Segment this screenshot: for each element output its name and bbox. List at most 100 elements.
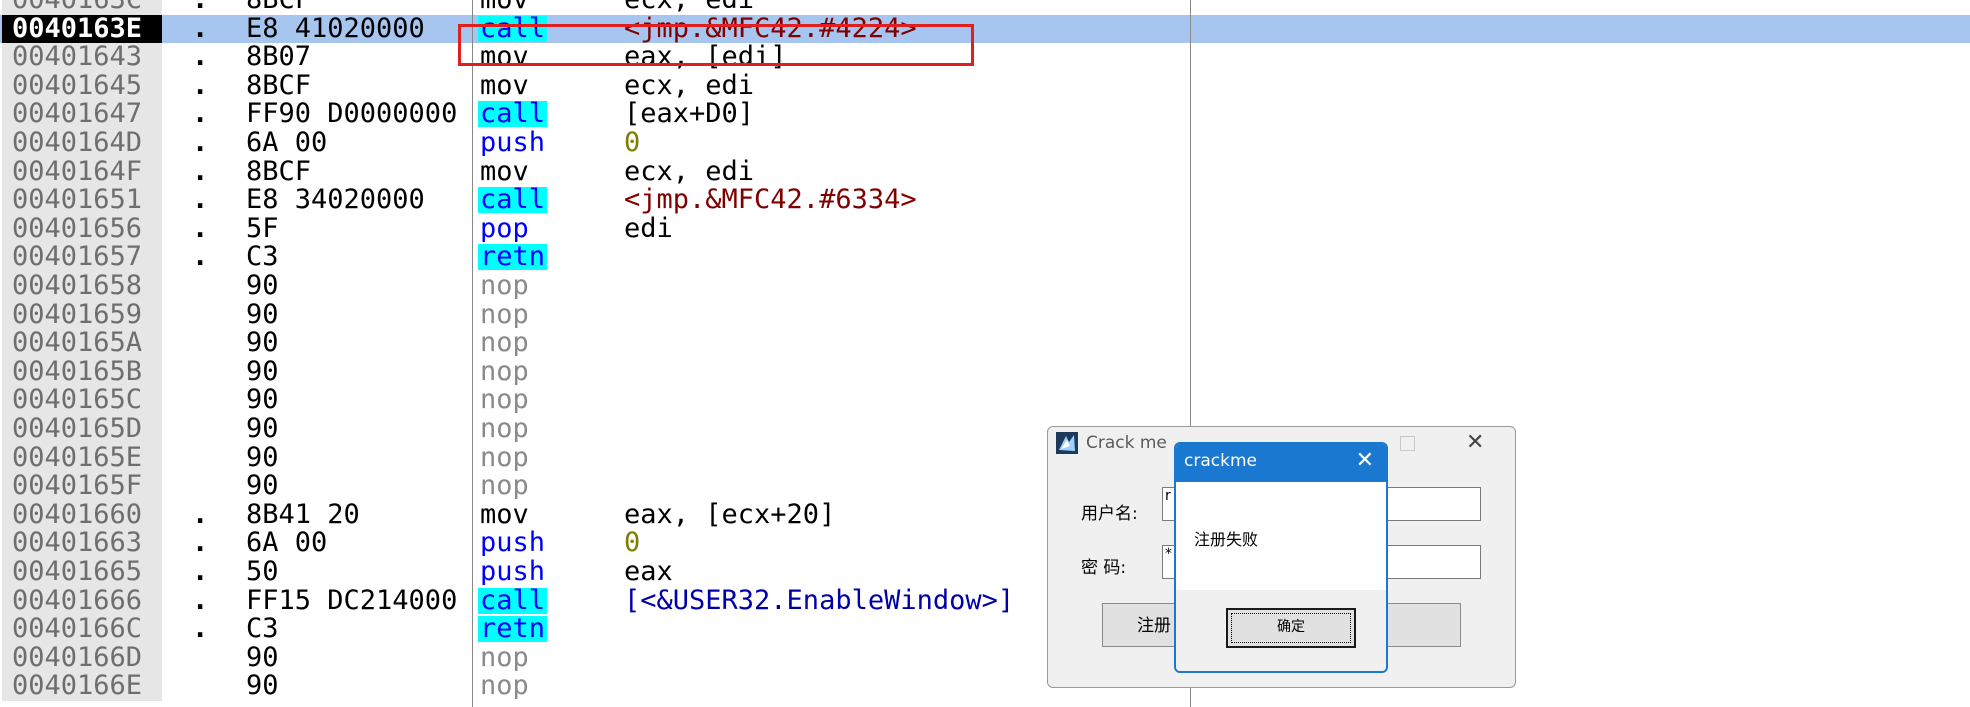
flow-marker: . [192, 186, 209, 215]
hex-bytes-cell: 90 [246, 643, 279, 673]
mnemonic-cell: call [478, 101, 548, 128]
instruction-row[interactable]: 00401660. 8B41 20 mov eax, [ecx+20] [0, 500, 1970, 530]
register-button[interactable]: 注册 [1102, 603, 1178, 647]
mnemonic-cell: nop [480, 273, 529, 299]
flow-marker [192, 329, 212, 358]
hex-bytes-cell: E8 34020000 [246, 186, 425, 215]
instruction-row[interactable]: 0040165B 90 nop [0, 357, 1970, 387]
address-cell: 0040165F [2, 472, 162, 501]
mnemonic-cell: nop [480, 444, 529, 471]
instruction-row[interactable]: 0040165E 90 nop [0, 443, 1970, 473]
mnemonic-cell: push [480, 559, 546, 585]
instruction-row[interactable]: 0040164D. 6A 00 push 0 [0, 129, 1970, 158]
hex-bytes-cell: FF15 DC214000 [246, 586, 458, 616]
hex-bytes-cell: 90 [246, 300, 279, 330]
address-cell: 00401645 [2, 71, 162, 101]
operand-cell: ecx, edi [624, 157, 755, 187]
instruction-row[interactable]: 00401645. 8BCF mov ecx, edi [0, 71, 1970, 101]
flow-marker: . [192, 529, 209, 558]
operand-cell: eax, [ecx+20] [624, 500, 836, 530]
instruction-row[interactable]: 00401651. E8 34020000 call <jmp.&MFC42.#633… [0, 186, 1970, 215]
address-cell: 00401665 [2, 558, 162, 587]
instruction-row[interactable]: 0040166D 90 nop [0, 643, 1970, 673]
secondary-button[interactable] [1383, 603, 1461, 647]
address-cell: 00401666 [2, 586, 162, 616]
close-icon[interactable]: ✕ [1466, 430, 1484, 455]
mnemonic-cell: nop [480, 358, 529, 385]
operand-cell: 0 [624, 529, 641, 558]
hex-bytes-cell: C3 [246, 243, 279, 272]
address-cell: 00401658 [2, 272, 162, 301]
mnemonic-cell: mov [480, 158, 529, 185]
address-cell: 00401647 [2, 100, 162, 129]
maximize-button[interactable] [1400, 436, 1415, 451]
instruction-row[interactable]: 00401656. 5F pop edi [0, 214, 1970, 244]
address-cell: 00401659 [2, 300, 162, 330]
ok-button[interactable]: 确定 [1226, 608, 1356, 648]
address-cell: 0040166E [2, 672, 162, 701]
close-icon[interactable]: ✕ [1356, 448, 1374, 473]
hex-bytes-cell: 8BCF [246, 71, 312, 101]
hex-bytes-cell: 8BCF [246, 157, 312, 187]
operand-cell: 0 [624, 129, 641, 158]
app-icon [1056, 432, 1078, 454]
hex-bytes-cell: FF90 D0000000 [246, 100, 458, 129]
selected-instruction-row[interactable]: 0040163E. E8 41020000 call <jmp.&MFC42.#422… [0, 14, 1970, 44]
hex-bytes-cell: 50 [246, 558, 279, 587]
hex-bytes-cell: 8B41 20 [246, 500, 360, 530]
hex-bytes-cell: 6A 00 [246, 129, 328, 158]
address-cell: 00401656 [2, 214, 162, 244]
address-cell: 0040163E [2, 14, 162, 44]
flow-marker: . [192, 43, 209, 72]
message-box[interactable]: crackme ✕ 注册失败 确定 [1174, 442, 1388, 673]
instruction-row[interactable]: 0040165F 90 nop [0, 472, 1970, 501]
instruction-row[interactable]: 0040165D 90 nop [0, 415, 1970, 444]
flow-marker: . [192, 0, 212, 15]
instruction-row[interactable]: 00401647. FF90 D0000000 call [eax+D0] [0, 100, 1970, 129]
address-cell: 0040165D [2, 415, 162, 444]
instruction-row[interactable]: 0040163C. 8BCF mov ecx, edi [0, 0, 1970, 15]
password-field-right[interactable] [1383, 545, 1481, 579]
mnemonic-cell: mov [480, 72, 529, 99]
address-cell: 0040166D [2, 643, 162, 673]
instruction-row[interactable]: 00401643. 8B07 mov eax, [edi] [0, 43, 1970, 72]
mnemonic-cell: nop [480, 387, 529, 414]
instruction-row[interactable]: 00401665. 50 push eax [0, 558, 1970, 587]
instruction-row[interactable]: 0040164F. 8BCF mov ecx, edi [0, 157, 1970, 187]
instruction-row[interactable]: 0040166C. C3 retn [0, 615, 1970, 644]
message-text: 注册失败 [1194, 530, 1259, 549]
operand-cell: eax [624, 558, 673, 587]
flow-marker: . [192, 129, 209, 158]
instruction-row[interactable]: 00401658 90 nop [0, 272, 1970, 301]
instruction-row[interactable]: 0040166E 90 nop [0, 672, 1970, 701]
operand-cell: ecx, edi [624, 71, 755, 101]
flow-marker [192, 301, 212, 330]
flow-marker [192, 272, 212, 301]
hex-bytes-cell: 90 [246, 272, 279, 301]
instruction-row[interactable]: 0040165C 90 nop [0, 386, 1970, 415]
annotation-highlight-box [458, 24, 974, 66]
operand-cell: [eax+D0] [624, 100, 755, 129]
username-field-right[interactable] [1383, 487, 1481, 521]
instruction-row[interactable]: 00401657. C3 retn [0, 243, 1970, 272]
mnemonic-cell: push [480, 530, 546, 557]
column-divider [472, 0, 473, 707]
mnemonic-cell: push [480, 130, 546, 156]
hex-bytes-cell: 5F [246, 214, 279, 244]
address-cell: 00401660 [2, 500, 162, 530]
instruction-row[interactable]: 00401663. 6A 00 push 0 [0, 529, 1970, 558]
address-cell: 0040164D [2, 129, 162, 158]
flow-marker: . [192, 100, 209, 129]
operand-cell: ecx, edi [624, 0, 754, 15]
mnemonic-cell: call [478, 587, 548, 614]
flow-marker: . [192, 14, 209, 44]
password-label: 密 码: [1081, 558, 1127, 578]
mnemonic-cell: retn [478, 244, 548, 271]
mnemonic-cell: mov [478, 0, 531, 13]
instruction-row[interactable]: 00401666. FF15 DC214000 call [<&USER32.Enab… [0, 586, 1970, 616]
instruction-row[interactable]: 0040165A 90 nop [0, 329, 1970, 358]
mnemonic-cell: nop [480, 473, 529, 500]
instruction-row[interactable]: 00401659 90 nop [0, 300, 1970, 330]
flow-marker [192, 386, 212, 415]
hex-bytes-cell: 90 [246, 443, 279, 473]
